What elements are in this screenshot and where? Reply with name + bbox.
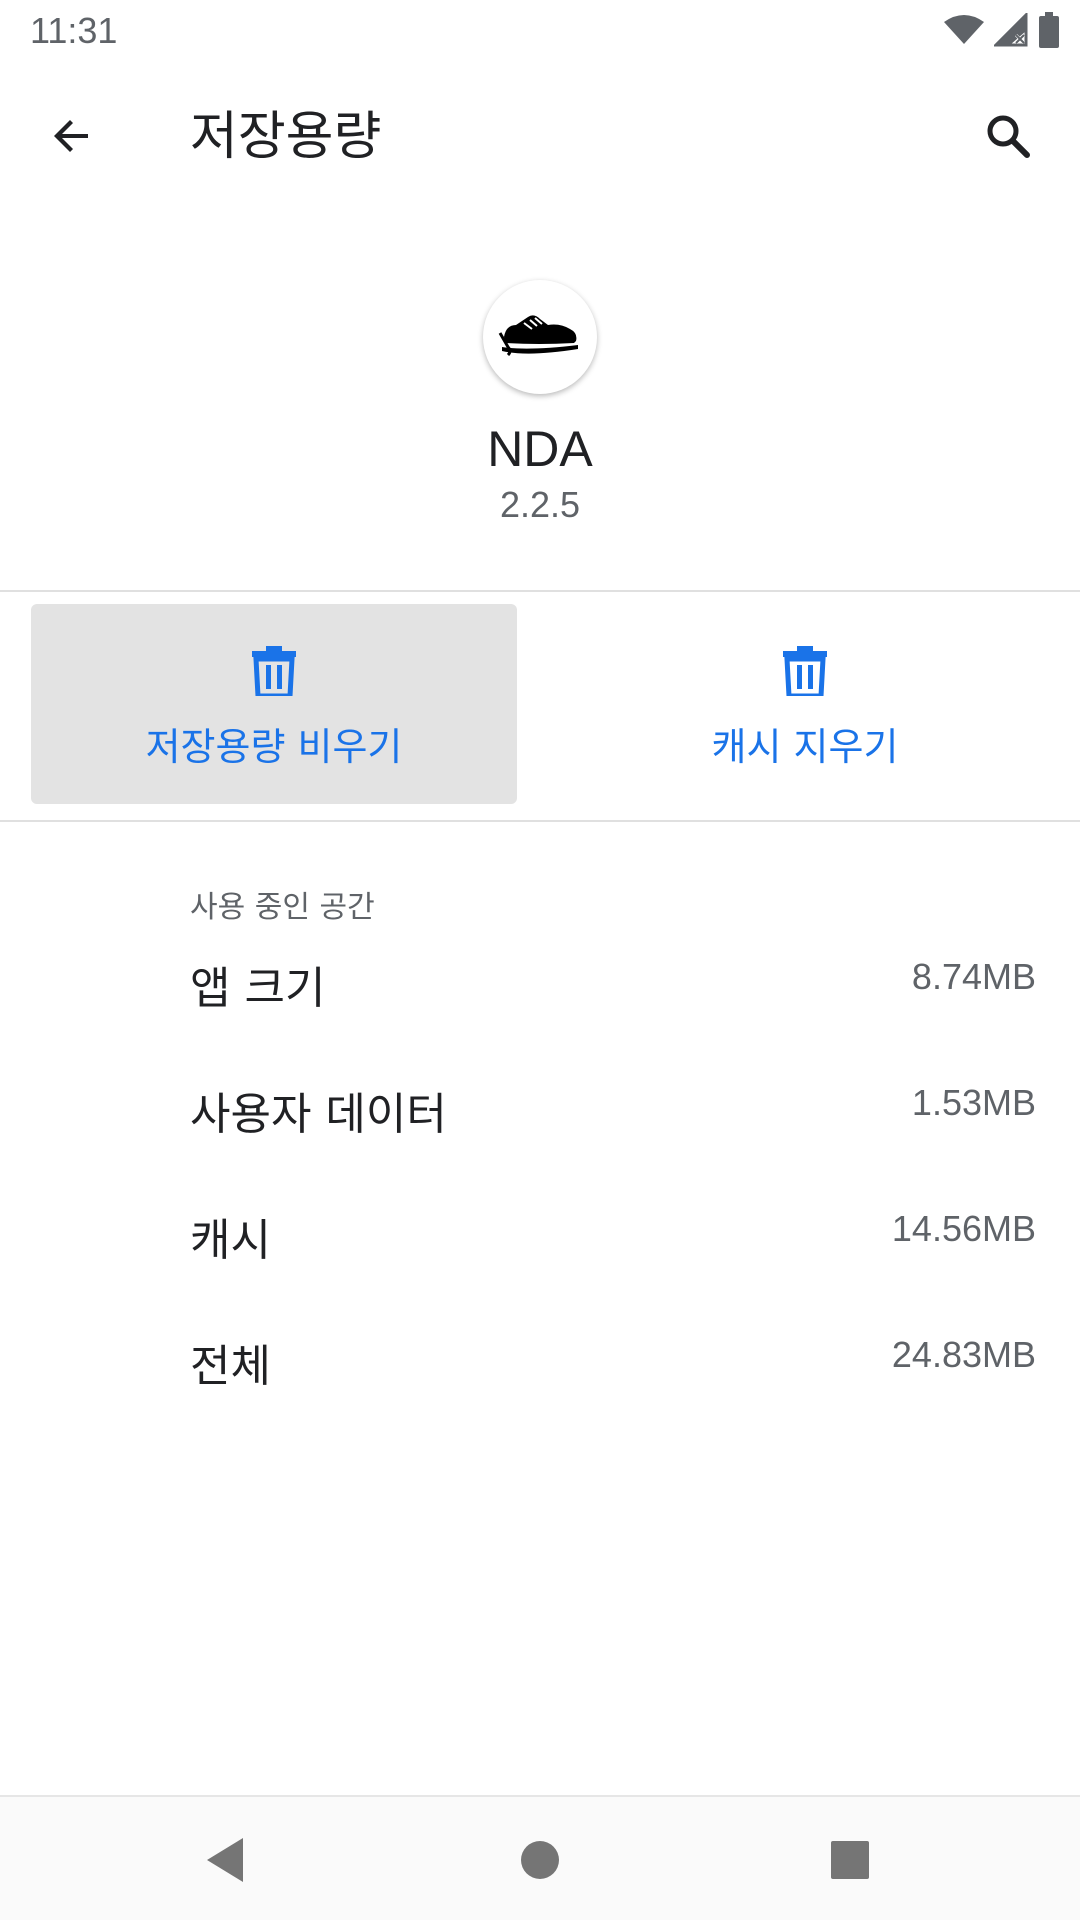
search-icon xyxy=(983,111,1033,165)
section-label-used-space: 사용 중인 공간 xyxy=(190,890,375,925)
row-label: 전체 xyxy=(190,1341,271,1392)
status-time: 11:31 xyxy=(30,10,118,51)
arrow-back-icon xyxy=(48,112,96,164)
clear-cache-label: 캐시 지우기 xyxy=(711,725,899,769)
sneaker-icon xyxy=(498,303,582,371)
storage-row-app-size: 앱 크기 8.74MB xyxy=(0,942,1080,1042)
nav-back-button[interactable] xyxy=(190,1827,260,1897)
storage-row-cache: 캐시 14.56MB xyxy=(0,1194,1080,1294)
nav-home-icon xyxy=(519,1839,561,1885)
clear-storage-label: 저장용량 비우기 xyxy=(145,725,403,769)
page-title: 저장용량 xyxy=(190,107,382,167)
app-version: 2.2.5 xyxy=(499,484,581,525)
nav-home-button[interactable] xyxy=(505,1827,575,1897)
wifi-icon xyxy=(944,14,984,50)
row-label: 사용자 데이터 xyxy=(190,1089,447,1140)
nav-recents-button[interactable] xyxy=(815,1827,885,1897)
row-label: 앱 크기 xyxy=(190,963,326,1014)
trash-icon xyxy=(252,646,296,702)
row-value: 8.74MB xyxy=(911,956,1036,997)
storage-settings-screen: 11:31 저장용량 NDA 2.2.5 저장용량 비우기 캐시 지우기 사용 … xyxy=(0,0,1080,1920)
nav-back-icon xyxy=(203,1836,247,1888)
status-icons xyxy=(944,11,1060,52)
trash-icon xyxy=(783,646,827,702)
storage-row-total: 전체 24.83MB xyxy=(0,1320,1080,1420)
row-label: 캐시 xyxy=(190,1215,271,1266)
search-button[interactable] xyxy=(972,102,1044,174)
row-value: 14.56MB xyxy=(891,1208,1036,1249)
divider-bottom xyxy=(0,820,1080,822)
clear-storage-button[interactable]: 저장용량 비우기 xyxy=(31,604,517,804)
app-name: NDA xyxy=(487,421,593,477)
app-icon xyxy=(483,280,597,394)
cell-signal-no-service-icon xyxy=(992,11,1028,51)
nav-recents-icon xyxy=(830,1840,870,1884)
status-bar: 11:31 xyxy=(0,0,1080,66)
storage-row-user-data: 사용자 데이터 1.53MB xyxy=(0,1068,1080,1168)
app-bar: 저장용량 xyxy=(0,66,1080,206)
app-header: NDA 2.2.5 xyxy=(0,270,1080,526)
row-value: 1.53MB xyxy=(911,1082,1036,1123)
system-nav-bar xyxy=(0,1795,1080,1920)
battery-icon xyxy=(1038,12,1060,52)
back-button[interactable] xyxy=(36,102,108,174)
action-buttons: 저장용량 비우기 캐시 지우기 xyxy=(0,592,1080,822)
clear-cache-button[interactable]: 캐시 지우기 xyxy=(562,604,1048,804)
row-value: 24.83MB xyxy=(891,1334,1036,1375)
